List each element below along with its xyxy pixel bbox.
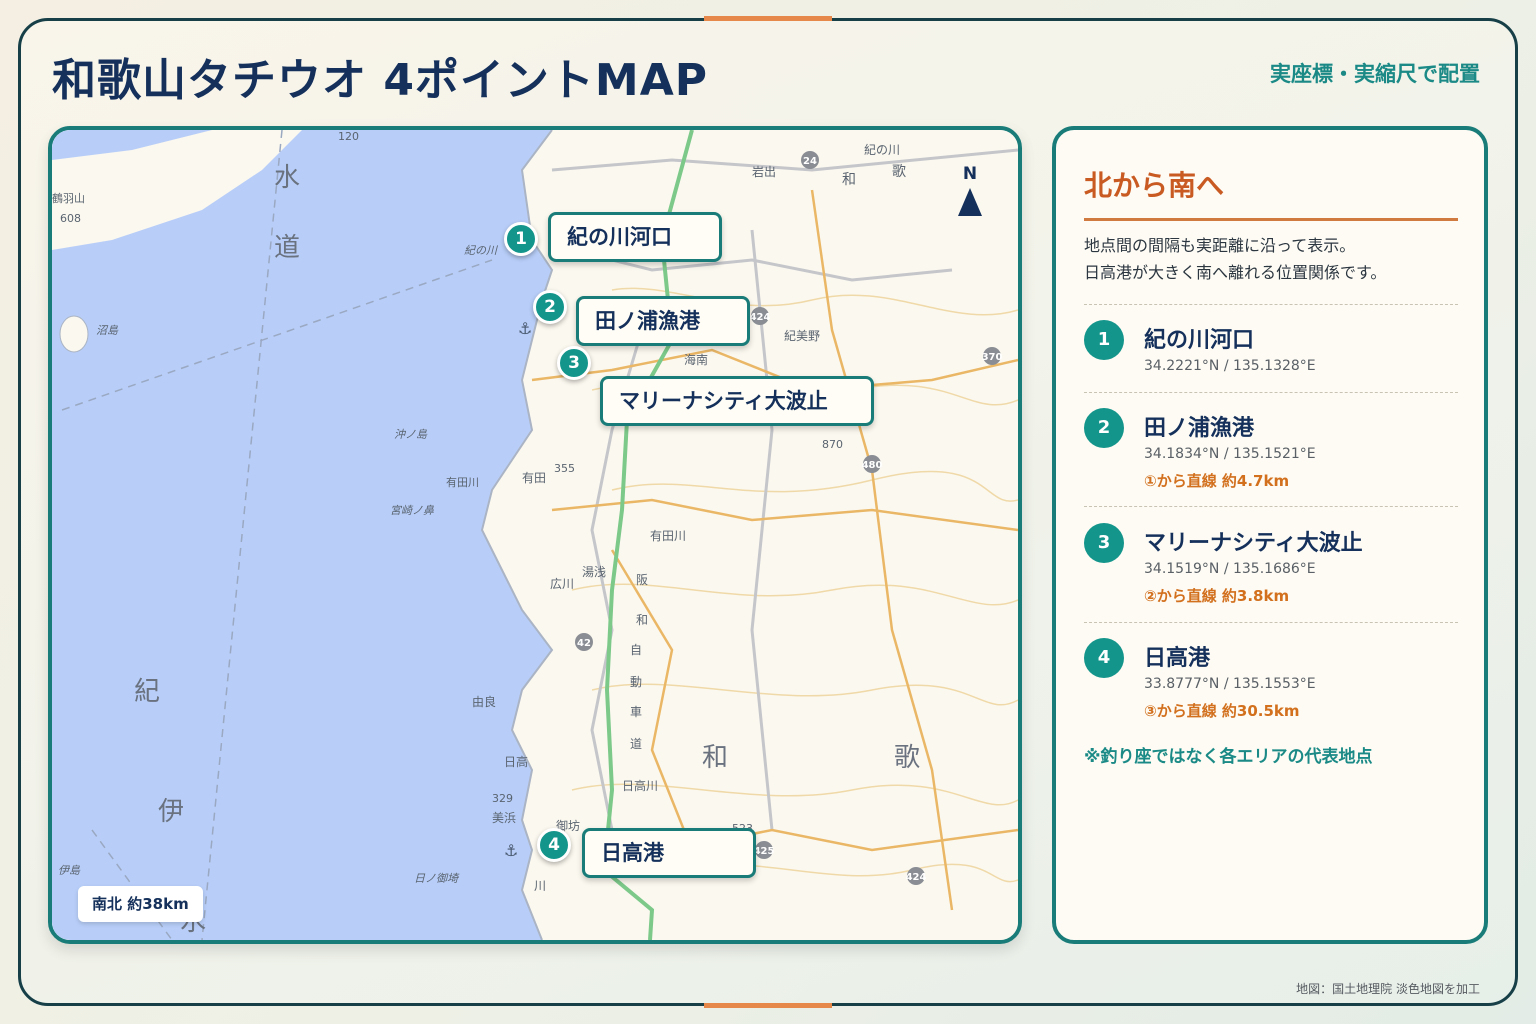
- label-hidakagawa: 日高川: [622, 778, 658, 793]
- label-do: 動: [630, 675, 642, 689]
- label-wa-top: 和: [842, 172, 856, 188]
- label-wakayama-2: 歌: [894, 743, 920, 773]
- side-desc-line-1: 地点間の間隔も実距離に沿って表示。: [1084, 236, 1356, 255]
- separator: [1084, 622, 1458, 623]
- label-kinokawa-top: 紀の川: [864, 143, 900, 157]
- label-hirogawa: 広川: [550, 577, 574, 591]
- label-kii-2: 伊: [158, 797, 184, 827]
- label-kawa: 川: [534, 879, 546, 893]
- label-kii-1: 紀: [134, 677, 160, 707]
- north-arrow-icon: [958, 188, 982, 216]
- north-indicator: N: [952, 164, 988, 216]
- label-miyazakinohana: 宮崎ノ鼻: [390, 504, 434, 517]
- elevation-608: 608: [60, 212, 81, 225]
- point-name: 日高港: [1144, 646, 1211, 671]
- point-number-badge: 3: [1084, 523, 1124, 563]
- label-nushima: 沼島: [96, 324, 119, 337]
- route-425: 425: [754, 846, 775, 857]
- point-name: 田ノ浦漁港: [1144, 416, 1255, 441]
- label-kimino: 紀美野: [784, 329, 820, 343]
- map-marker-4[interactable]: 4: [537, 828, 571, 862]
- point-number-badge: 1: [1084, 320, 1124, 360]
- label-wakayama-1: 和: [702, 743, 728, 773]
- point-coordinates: 34.1519°N / 135.1686°E: [1144, 561, 1316, 577]
- map-callout-2[interactable]: 田ノ浦漁港: [576, 296, 750, 346]
- top-accent-bar: [704, 16, 832, 21]
- label-yuasa: 湯浅: [582, 565, 606, 579]
- label-suido-1: 水: [274, 163, 300, 193]
- label-han: 阪: [636, 573, 648, 587]
- map-callout-4[interactable]: 日高港: [582, 828, 756, 878]
- label-kinokawa-mouth: 紀の川: [464, 244, 498, 257]
- point-number-badge: 2: [1084, 408, 1124, 448]
- map-marker-2[interactable]: 2: [533, 290, 567, 324]
- subtitle: 実座標・実縮尺で配置: [1270, 62, 1480, 86]
- map-marker-1[interactable]: 1: [504, 222, 538, 256]
- north-label: N: [962, 164, 978, 184]
- label-wa-expy: 和: [636, 613, 648, 627]
- route-424-north: 424: [750, 312, 771, 323]
- side-description: 地点間の間隔も実距離に沿って表示。 日高港が大きく南へ離れる位置関係です。: [1084, 232, 1464, 286]
- side-heading-rule: [1084, 218, 1458, 221]
- map-callout-3[interactable]: マリーナシティ大波止: [600, 376, 874, 426]
- label-aridagawa-river: 有田川: [446, 475, 479, 489]
- point-distance: ③から直線 約30.5km: [1144, 702, 1300, 720]
- route-480: 480: [862, 460, 883, 471]
- point-coordinates: 34.1834°N / 135.1521°E: [1144, 446, 1316, 462]
- label-ishima: 伊島: [58, 864, 81, 877]
- point-name: 紀の川河口: [1144, 328, 1255, 353]
- elevation-355: 355: [554, 462, 575, 475]
- point-coordinates: 34.2221°N / 135.1328°E: [1144, 358, 1316, 374]
- label-hidaka: 日高: [504, 754, 528, 769]
- label-hinomisaki: 日ノ御埼: [414, 872, 460, 885]
- side-note: ※釣り座ではなく各エリアの代表地点: [1084, 747, 1373, 767]
- label-mihama: 美浜: [492, 811, 516, 825]
- label-aridagawa-town: 有田川: [650, 529, 686, 543]
- scale-label: 南北 約38km: [78, 886, 203, 922]
- side-desc-line-2: 日高港が大きく南へ離れる位置関係です。: [1084, 263, 1387, 282]
- route-370: 370: [982, 352, 1003, 363]
- elevation-120: 120: [338, 130, 359, 143]
- elevation-870: 870: [822, 438, 843, 451]
- label-kainan: 海南: [684, 352, 708, 367]
- map-callout-1[interactable]: 紀の川河口: [548, 212, 722, 262]
- bottom-accent-bar: [704, 1003, 832, 1008]
- route-424-south: 424: [906, 872, 927, 883]
- point-number-badge: 4: [1084, 638, 1124, 678]
- anchor-icon-hidaka: ⚓: [504, 841, 518, 860]
- label-michi: 道: [630, 737, 642, 751]
- base-map: 水 道 紀 伊 水 和 歌 紀の川 和 歌 岩出 紀美野 海南 有田 有田川 有…: [52, 130, 1018, 940]
- point-coordinates: 33.8777°N / 135.1553°E: [1144, 676, 1316, 692]
- label-sha: 車: [630, 705, 642, 719]
- label-suido-2: 道: [274, 233, 300, 263]
- route-24: 24: [803, 156, 817, 167]
- label-okinoshima: 沖ノ島: [394, 428, 428, 441]
- map-credit: 地図：国土地理院 淡色地図を加工: [1296, 982, 1480, 996]
- separator: [1084, 304, 1458, 305]
- separator: [1084, 506, 1458, 507]
- label-yura: 由良: [472, 694, 496, 709]
- map-panel[interactable]: 水 道 紀 伊 水 和 歌 紀の川 和 歌 岩出 紀美野 海南 有田 有田川 有…: [48, 126, 1022, 944]
- label-arida: 有田: [522, 471, 546, 485]
- label-ji: 自: [630, 643, 642, 657]
- anchor-icon-tanoura: ⚓: [518, 319, 532, 338]
- point-distance: ②から直線 約3.8km: [1144, 587, 1290, 605]
- elevation-329: 329: [492, 792, 513, 805]
- separator: [1084, 392, 1458, 393]
- label-ka-top: 歌: [892, 164, 906, 180]
- point-name: マリーナシティ大波止: [1144, 531, 1363, 556]
- label-iwade: 岩出: [752, 164, 776, 179]
- page-title: 和歌山タチウオ 4ポイントMAP: [52, 55, 709, 106]
- label-tsuruhayama: 鶴羽山: [52, 191, 85, 205]
- side-heading: 北から南へ: [1084, 169, 1225, 202]
- point-distance: ①から直線 約4.7km: [1144, 472, 1290, 490]
- map-marker-3[interactable]: 3: [557, 346, 591, 380]
- side-panel: 北から南へ 地点間の間隔も実距離に沿って表示。 日高港が大きく南へ離れる位置関係…: [1052, 126, 1488, 944]
- route-42: 42: [577, 638, 591, 649]
